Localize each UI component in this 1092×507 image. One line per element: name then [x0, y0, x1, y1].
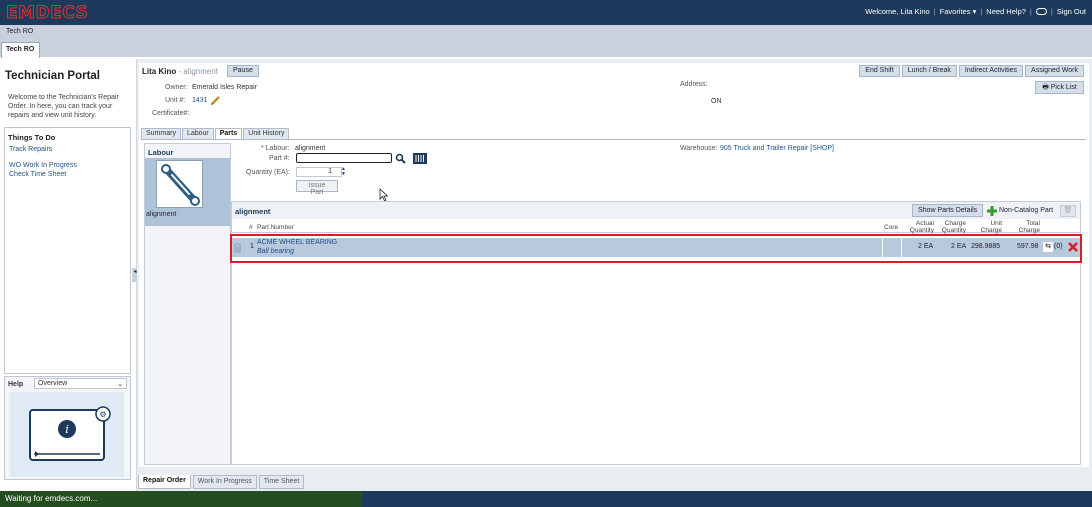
ro-tabs: Summary Labour Parts Unit History [141, 128, 290, 139]
quantity-stepper[interactable]: 1 [296, 167, 342, 177]
labour-field-label: * Labour: [261, 145, 290, 152]
unit-label: Unit #: [165, 97, 186, 104]
check-time-sheet-link[interactable]: Check Time Sheet [9, 171, 66, 178]
certificate-label: Certificate#: [152, 110, 190, 117]
address-label: Address: [680, 81, 708, 88]
parts-grid-columns: # Part Number Core Actual Quantity Charg… [232, 219, 1080, 234]
emdecs-logo[interactable]: EMDECS [5, 3, 88, 24]
sign-out-link[interactable]: Sign Out [1057, 7, 1086, 16]
need-help-link[interactable]: Need Help? [986, 7, 1026, 16]
favorites-menu[interactable]: Favorites ▾ [940, 7, 977, 16]
wo-work-in-progress-link[interactable]: WO Work In Progress [9, 162, 77, 169]
chevron-down-icon: ⌄ [117, 381, 123, 388]
owner-label: Owner: [165, 84, 188, 91]
shift-actions: End Shift Lunch / Break Indirect Activit… [859, 65, 1084, 77]
tab-work-in-progress[interactable]: Work In Progress [192, 475, 257, 489]
column-part-number[interactable]: Part Number [257, 224, 294, 231]
barcode-icon[interactable] [413, 153, 427, 164]
parts-grid-title: alignment [235, 207, 271, 216]
tab-strip [0, 25, 1092, 59]
svg-text:i: i [65, 423, 69, 436]
status-on: ON [711, 98, 722, 105]
tab-repair-order[interactable]: Repair Order [138, 475, 191, 489]
labour-header: Labour [148, 148, 174, 157]
search-icon[interactable] [395, 153, 406, 164]
technician-activity-title: Lita Kino - alignment [142, 67, 218, 76]
help-label: Help [8, 381, 24, 388]
tab-labour[interactable]: Labour [181, 128, 214, 139]
unit-link[interactable]: 1431 [192, 97, 208, 104]
column-number: # [249, 224, 253, 231]
tab-tech-ro[interactable]: Tech RO [1, 42, 41, 58]
tab-parts[interactable]: Parts [214, 128, 243, 139]
separator: | [980, 7, 983, 16]
edit-pencil-icon[interactable] [210, 95, 221, 106]
video-player-icon: i ⚙ [29, 406, 111, 461]
separator: | [933, 7, 936, 16]
page-title: Technician Portal [5, 70, 101, 82]
portal-description: Welcome to the Technician's Repair Order… [8, 94, 119, 119]
pick-list-button[interactable]: 🖶 Pick List [1035, 81, 1084, 94]
help-select-value: Overview [38, 380, 68, 387]
tab-summary[interactable]: Summary [141, 128, 181, 139]
welcome-text: Welcome, Lita Kino [865, 7, 930, 16]
separator: | [1029, 7, 1032, 16]
labour-item-label: alignment [146, 211, 177, 218]
column-unit-charge[interactable]: Unit Charge [972, 220, 1002, 234]
labour-field-value: alignment [295, 145, 326, 152]
breadcrumb: Tech RO [6, 28, 34, 35]
quantity-label: Quantity (EA): [246, 169, 290, 176]
trash-icon[interactable]: 🗑 [1060, 205, 1076, 217]
warehouse-label: Warehouse: [680, 145, 718, 152]
row-highlight-box [230, 234, 1082, 263]
track-repairs-link[interactable]: Track Repairs [9, 146, 52, 153]
tab-time-sheet[interactable]: Time Sheet [258, 475, 305, 489]
pause-button[interactable]: Pause [227, 65, 259, 77]
things-to-do-title: Things To Do [8, 133, 56, 142]
help-topic-select[interactable]: Overview ⌄ [34, 378, 127, 389]
svg-text:⚙: ⚙ [99, 410, 106, 419]
warehouse-link[interactable]: 905 Truck and Trailer Repair [SHOP] [720, 145, 834, 152]
issue-part-button[interactable]: Issue Part [296, 180, 338, 196]
bottom-tabs: Repair Order Work In Progress Time Sheet [138, 475, 305, 489]
technician-name: Lita Kino [142, 67, 177, 76]
part-number-label: Part #: [269, 155, 290, 162]
chat-icon[interactable] [1035, 8, 1047, 15]
shock-absorber-icon [156, 160, 203, 208]
mouse-cursor-icon [379, 188, 389, 202]
quantity-spinner-icon[interactable]: ▲ ▼ [341, 167, 346, 177]
column-charge-quantity[interactable]: Charge Quantity [936, 220, 966, 234]
owner-value: Emerald Isles Repair [192, 84, 257, 91]
help-video[interactable]: i ⚙ [10, 392, 124, 477]
add-plus-icon[interactable] [987, 206, 997, 216]
end-shift-button[interactable]: End Shift [859, 65, 900, 77]
current-activity: - alignment [176, 67, 219, 76]
assigned-work-button[interactable]: Assigned Work [1025, 65, 1084, 77]
non-catalog-part-button[interactable]: Non-Catalog Part [999, 207, 1053, 214]
tabs-divider [141, 139, 1086, 140]
column-actual-quantity[interactable]: Actual Quantity [904, 220, 934, 234]
column-total-charge[interactable]: Total Charge [1010, 220, 1040, 234]
printer-icon: 🖶 [1042, 84, 1049, 91]
part-number-input[interactable] [296, 153, 392, 163]
separator: | [1050, 7, 1053, 16]
indirect-activities-button[interactable]: Indirect Activities [958, 65, 1024, 77]
show-parts-details-button[interactable]: Show Parts Details [912, 204, 984, 217]
tab-unit-history[interactable]: Unit History [243, 128, 290, 139]
browser-status-text: Waiting for emdecs.com... [0, 491, 362, 507]
column-core[interactable]: Core [884, 224, 898, 231]
pick-list-label: Pick List [1050, 84, 1077, 91]
top-nav: Welcome, Lita Kino | Favorites ▾ | Need … [865, 7, 1086, 16]
lunch-break-button[interactable]: Lunch / Break [901, 65, 957, 77]
